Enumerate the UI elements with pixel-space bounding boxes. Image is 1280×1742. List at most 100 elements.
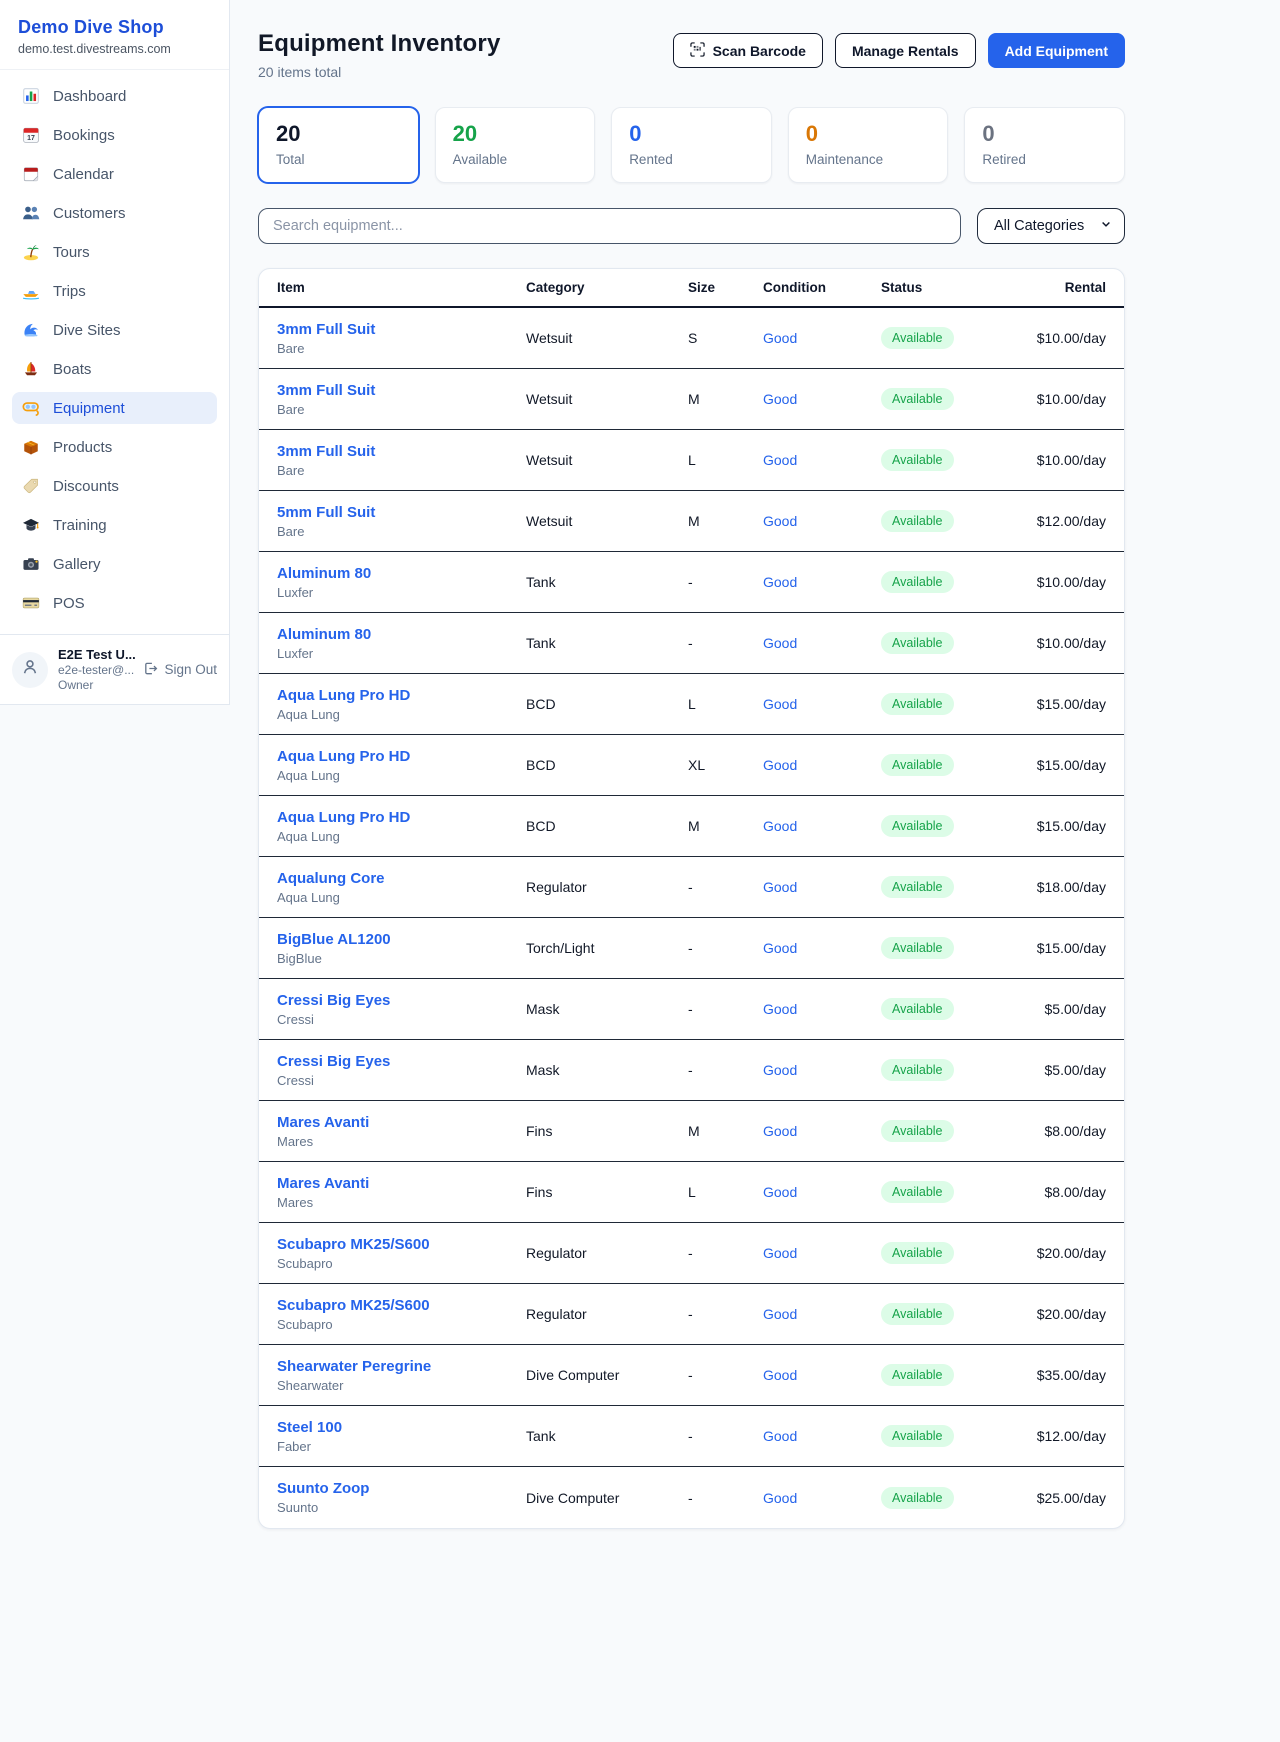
table-header-row: ItemCategorySizeConditionStatusRental [259,269,1124,308]
item-name-link[interactable]: Aqua Lung Pro HD [277,687,410,704]
cell-size: - [688,574,763,590]
cell-size: M [688,513,763,529]
sidebar-item-trips[interactable]: Trips [12,275,217,307]
cell-size: L [688,452,763,468]
sidebar-item-customers[interactable]: Customers [12,197,217,229]
cell-status: Available [881,815,1033,837]
sidebar-item-dashboard[interactable]: Dashboard [12,80,217,112]
table-row: 3mm Full Suit Bare Wetsuit M Good Availa… [259,369,1124,430]
cell-category: Wetsuit [526,452,688,468]
item-brand: Luxfer [277,585,526,600]
item-name-link[interactable]: Cressi Big Eyes [277,1053,390,1070]
page-titles: Equipment Inventory 20 items total [258,30,501,80]
cell-rental: $15.00/day [1033,818,1106,834]
item-name-link[interactable]: Cressi Big Eyes [277,992,390,1009]
item-name-link[interactable]: 3mm Full Suit [277,321,375,338]
calendar-date-icon: 17 [22,126,40,144]
manage-rentals-button[interactable]: Manage Rentals [835,33,976,68]
stat-value: 0 [629,121,754,147]
cell-item: 3mm Full Suit Bare [277,443,526,478]
cell-item: Suunto Zoop Suunto [277,1480,526,1515]
cell-status: Available [881,1242,1033,1264]
item-name-link[interactable]: Steel 100 [277,1419,342,1436]
status-badge: Available [881,754,954,776]
search-input[interactable] [258,208,961,244]
item-name-link[interactable]: Aluminum 80 [277,626,371,643]
sidebar-item-boats[interactable]: Boats [12,353,217,385]
manage-rentals-label: Manage Rentals [852,43,959,59]
item-name-link[interactable]: 5mm Full Suit [277,504,375,521]
sidebar-item-equipment[interactable]: Equipment [12,392,217,424]
page-title: Equipment Inventory [258,30,501,58]
sidebar-item-gallery[interactable]: Gallery [12,548,217,580]
cell-size: - [688,1062,763,1078]
item-name-link[interactable]: Suunto Zoop [277,1480,369,1497]
sidebar-item-pos[interactable]: POS [12,587,217,619]
status-badge: Available [881,1181,954,1203]
item-name-link[interactable]: Mares Avanti [277,1175,369,1192]
status-badge: Available [881,998,954,1020]
cell-category: Mask [526,1062,688,1078]
cell-category: Wetsuit [526,391,688,407]
item-name-link[interactable]: Aluminum 80 [277,565,371,582]
item-name-link[interactable]: Aqualung Core [277,870,385,887]
status-badge: Available [881,1303,954,1325]
category-select-value: All Categories [994,218,1084,234]
item-brand: Bare [277,524,526,539]
cell-status: Available [881,1120,1033,1142]
scan-barcode-button[interactable]: Scan Barcode [673,33,823,68]
cell-item: Scubapro MK25/S600 Scubapro [277,1236,526,1271]
stat-value: 0 [982,121,1107,147]
wave-icon [22,321,40,339]
item-name-link[interactable]: Shearwater Peregrine [277,1358,431,1375]
cell-size: - [688,1490,763,1506]
cell-category: Tank [526,574,688,590]
column-header-rental: Rental [1033,280,1106,295]
sign-out-button[interactable]: Sign Out [143,661,217,679]
cell-category: BCD [526,757,688,773]
add-equipment-button[interactable]: Add Equipment [988,33,1125,68]
brand-domain: demo.test.divestreams.com [18,42,211,56]
table-row: 3mm Full Suit Bare Wetsuit L Good Availa… [259,430,1124,491]
item-name-link[interactable]: 3mm Full Suit [277,443,375,460]
status-badge: Available [881,632,954,654]
item-name-link[interactable]: 3mm Full Suit [277,382,375,399]
sidebar-item-calendar[interactable]: Calendar [12,158,217,190]
sidebar-item-training[interactable]: Training [12,509,217,541]
item-brand: Shearwater [277,1378,526,1393]
stat-card-retired[interactable]: 0 Retired [964,107,1125,183]
category-select[interactable]: All Categories [977,208,1125,244]
stat-card-available[interactable]: 20 Available [435,107,596,183]
sidebar-item-tours[interactable]: Tours [12,236,217,268]
item-name-link[interactable]: BigBlue AL1200 [277,931,391,948]
sidebar-item-bookings[interactable]: 17 Bookings [12,119,217,151]
item-name-link[interactable]: Aqua Lung Pro HD [277,809,410,826]
stat-card-rented[interactable]: 0 Rented [611,107,772,183]
stat-card-maintenance[interactable]: 0 Maintenance [788,107,949,183]
status-badge: Available [881,510,954,532]
items-total-count: 20 items total [258,64,501,80]
cell-size: - [688,1428,763,1444]
stat-card-total[interactable]: 20 Total [258,107,419,183]
cell-item: Aqua Lung Pro HD Aqua Lung [277,687,526,722]
item-name-link[interactable]: Aqua Lung Pro HD [277,748,410,765]
item-name-link[interactable]: Scubapro MK25/S600 [277,1236,430,1253]
table-row: Shearwater Peregrine Shearwater Dive Com… [259,1345,1124,1406]
cell-status: Available [881,754,1033,776]
barcode-scan-icon [690,42,705,60]
cell-size: - [688,635,763,651]
cell-item: Mares Avanti Mares [277,1175,526,1210]
item-brand: Aqua Lung [277,707,526,722]
stat-label: Rented [629,152,754,167]
table-row: Steel 100 Faber Tank - Good Available $1… [259,1406,1124,1467]
scan-barcode-label: Scan Barcode [713,43,806,59]
cell-item: 5mm Full Suit Bare [277,504,526,539]
item-name-link[interactable]: Mares Avanti [277,1114,369,1131]
item-brand: Suunto [277,1500,526,1515]
status-badge: Available [881,693,954,715]
sidebar-item-discounts[interactable]: Discounts [12,470,217,502]
item-name-link[interactable]: Scubapro MK25/S600 [277,1297,430,1314]
item-brand: Faber [277,1439,526,1454]
sidebar-item-products[interactable]: Products [12,431,217,463]
sidebar-item-dive-sites[interactable]: Dive Sites [12,314,217,346]
